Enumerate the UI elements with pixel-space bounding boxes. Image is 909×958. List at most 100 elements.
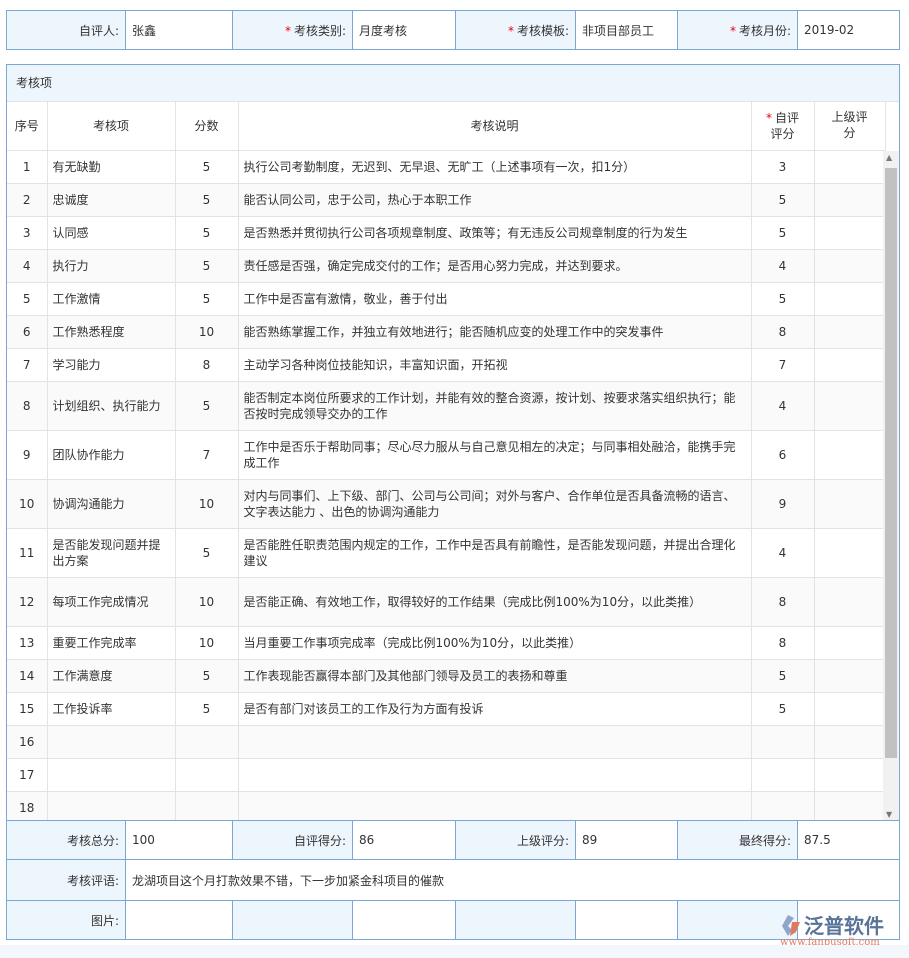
type-label-text: 考核类别: [294,24,346,38]
row-no: 17 [7,758,47,791]
row-no: 4 [7,249,47,282]
reviewer-field[interactable]: 张鑫 [126,11,233,50]
row-score: 5 [175,381,238,430]
image-cell[interactable] [126,901,233,940]
image-cell[interactable] [353,901,456,940]
row-self-score[interactable]: 7 [751,348,814,381]
row-item: 每项工作完成情况 [47,577,175,626]
table-row[interactable]: 10协调沟通能力10对内与同事们、上下级、部门、公司与公司间；对外与客户、合作单… [7,479,885,528]
type-field[interactable]: 月度考核 [353,11,456,50]
row-item: 有无缺勤 [47,150,175,183]
row-self-score[interactable]: 5 [751,282,814,315]
row-self-score[interactable]: 3 [751,150,814,183]
image-cell[interactable] [233,901,353,940]
row-sup-score[interactable] [814,758,885,791]
table-row[interactable]: 13重要工作完成率10当月重要工作事项完成率（完成比例100%为10分，以此类推… [7,626,885,659]
row-sup-score[interactable] [814,430,885,479]
row-sup-score[interactable] [814,791,885,821]
table-row[interactable]: 14工作满意度5工作表现能否赢得本部门及其他部门领导及员工的表扬和尊重5 [7,659,885,692]
summary-form: 考核总分: 100 自评得分: 86 上级评分: 89 最终得分: 87.5 考… [6,820,900,940]
row-item: 重要工作完成率 [47,626,175,659]
row-score: 10 [175,577,238,626]
row-item: 协调沟通能力 [47,479,175,528]
row-self-score[interactable] [751,725,814,758]
col-score: 分数 [175,102,238,150]
row-desc: 是否能正确、有效地工作，取得较好的工作结果（完成比例100%为10分，以此类推） [238,577,751,626]
row-self-score[interactable]: 5 [751,692,814,725]
row-sup-score[interactable] [814,725,885,758]
final-score-field: 87.5 [798,821,900,860]
row-self-score[interactable]: 5 [751,183,814,216]
table-row[interactable]: 8计划组织、执行能力5能否制定本岗位所要求的工作计划，并能有效的整合资源，按计划… [7,381,885,430]
row-score: 5 [175,659,238,692]
required-icon: * [508,24,514,38]
row-sup-score[interactable] [814,577,885,626]
row-self-score[interactable]: 8 [751,626,814,659]
comment-field[interactable]: 龙湖项目这个月打款效果不错，下一步加紧金科项目的催款 [126,860,900,901]
month-field[interactable]: 2019-02 [798,11,900,50]
row-self-score[interactable]: 5 [751,216,814,249]
table-row[interactable]: 1有无缺勤5执行公司考勤制度，无迟到、无早退、无旷工（上述事项有一次，扣1分）3 [7,150,885,183]
row-self-score[interactable]: 4 [751,528,814,577]
table-row[interactable]: 15工作投诉率5是否有部门对该员工的工作及行为方面有投诉5 [7,692,885,725]
row-self-score[interactable]: 9 [751,479,814,528]
row-item [47,791,175,821]
vertical-scrollbar[interactable]: ▲ ▼ [883,151,899,821]
row-sup-score[interactable] [814,249,885,282]
svg-text:泛普软件: 泛普软件 [804,914,884,938]
row-self-score[interactable]: 4 [751,249,814,282]
row-self-score[interactable]: 4 [751,381,814,430]
row-self-score[interactable]: 6 [751,430,814,479]
row-sup-score[interactable] [814,150,885,183]
col-sup-text: 上级评 [831,110,867,124]
row-item: 执行力 [47,249,175,282]
row-no: 13 [7,626,47,659]
row-sup-score[interactable] [814,216,885,249]
table-row[interactable]: 4执行力5责任感是否强，确定完成交付的工作；是否用心努力完成，并达到要求。4 [7,249,885,282]
row-self-score[interactable] [751,758,814,791]
row-sup-score[interactable] [814,315,885,348]
row-no: 2 [7,183,47,216]
row-sup-score[interactable] [814,528,885,577]
row-sup-score[interactable] [814,348,885,381]
table-row[interactable]: 2忠诚度5能否认同公司，忠于公司，热心于本职工作5 [7,183,885,216]
row-sup-score[interactable] [814,659,885,692]
image-cell[interactable] [576,901,678,940]
row-item: 计划组织、执行能力 [47,381,175,430]
table-row[interactable]: 11是否能发现问题并提出方案5是否能胜任职责范围内规定的工作，工作中是否具有前瞻… [7,528,885,577]
table-row[interactable]: 9团队协作能力7工作中是否乐于帮助同事；尽心尽力服从与自己意见相左的决定；与同事… [7,430,885,479]
table-row[interactable]: 6工作熟悉程度10能否熟练掌握工作，并独立有效地进行；能否随机应变的处理工作中的… [7,315,885,348]
scroll-down-icon[interactable]: ▼ [886,810,892,819]
row-sup-score[interactable] [814,381,885,430]
row-sup-score[interactable] [814,183,885,216]
row-sup-score[interactable] [814,626,885,659]
row-sup-score[interactable] [814,692,885,725]
table-row[interactable]: 16 [7,725,885,758]
row-self-score[interactable]: 5 [751,659,814,692]
scroll-up-icon[interactable]: ▲ [886,153,892,162]
col-sup-text2: 分 [843,126,855,140]
row-sup-score[interactable] [814,282,885,315]
row-score: 5 [175,249,238,282]
row-desc: 能否制定本岗位所要求的工作计划，并能有效的整合资源，按计划、按要求落实组织执行；… [238,381,751,430]
row-no: 5 [7,282,47,315]
row-self-score[interactable]: 8 [751,315,814,348]
required-icon: * [730,24,736,38]
scrollbar-thumb[interactable] [885,168,897,758]
table-row[interactable]: 7学习能力8主动学习各种岗位技能知识，丰富知识面，开拓视7 [7,348,885,381]
row-no: 1 [7,150,47,183]
table-row[interactable]: 5工作激情5工作中是否富有激情，敬业，善于付出5 [7,282,885,315]
row-sup-score[interactable] [814,479,885,528]
table-row[interactable]: 3认同感5是否熟悉并贯彻执行公司各项规章制度、政策等；有无违反公司规章制度的行为… [7,216,885,249]
row-score [175,791,238,821]
row-self-score[interactable]: 8 [751,577,814,626]
table-row[interactable]: 17 [7,758,885,791]
table-row[interactable]: 12每项工作完成情况10是否能正确、有效地工作，取得较好的工作结果（完成比例10… [7,577,885,626]
row-self-score[interactable] [751,791,814,821]
image-cell[interactable] [456,901,576,940]
table-row[interactable]: 18 [7,791,885,821]
row-no: 7 [7,348,47,381]
template-field[interactable]: 非项目部员工 [576,11,678,50]
month-label-text: 考核月份: [739,24,791,38]
month-label: *考核月份: [678,11,798,50]
